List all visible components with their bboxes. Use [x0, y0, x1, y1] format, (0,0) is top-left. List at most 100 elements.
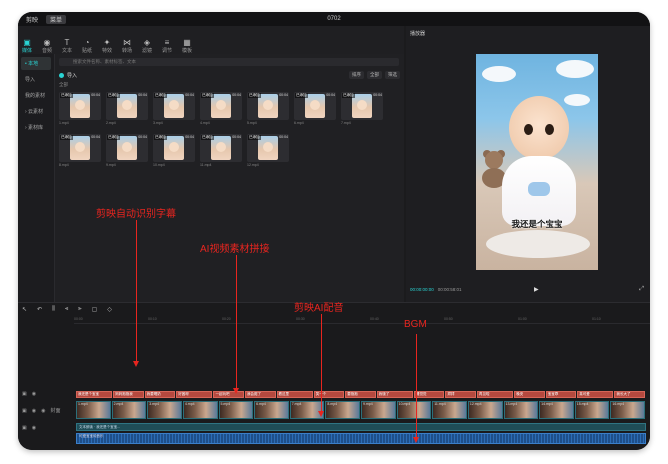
subtitle-clip[interactable]: 一起玩吧 [213, 391, 244, 398]
import-button[interactable]: 导入 [59, 72, 77, 79]
fullscreen-icon[interactable]: ⤢ [639, 286, 644, 293]
media-clip[interactable]: 已添加 00:04 9.mp4 [106, 134, 150, 170]
tool-label: 模板 [181, 48, 192, 54]
video-clip[interactable]: 3.mp4 [147, 401, 182, 419]
video-clip[interactable]: 8.mp4 [325, 401, 360, 419]
video-clip[interactable]: 16.mp4 [610, 401, 645, 419]
tool-media[interactable]: ▣ 媒体 [18, 28, 36, 54]
media-clip[interactable]: 已添加 00:04 1.mp4 [59, 92, 103, 128]
subtitle-clip[interactable]: 我要喝奶 [144, 391, 176, 398]
video-clip[interactable]: 4.mp4 [182, 401, 218, 419]
cloud-shape [564, 94, 590, 106]
media-clip[interactable]: 已添加 00:04 7.mp4 [341, 92, 385, 128]
media-clip[interactable]: 已添加 00:04 8.mp4 [59, 134, 103, 170]
media-clip[interactable]: 已添加 00:04 11.mp4 [200, 134, 244, 170]
tool-sticker[interactable]: ◔ 贴纸 [78, 28, 96, 54]
subtitle-clip[interactable]: 好困呀 [176, 391, 213, 398]
nav-item[interactable]: 我的素材 [21, 89, 51, 102]
media-clip[interactable]: 已添加 00:04 2.mp4 [106, 92, 150, 128]
lock-icon[interactable]: ▣ [22, 408, 27, 414]
video-clip[interactable]: 12.mp4 [467, 401, 503, 419]
subtitle-clip[interactable]: 再见啦 [477, 391, 514, 398]
search-input[interactable]: 搜索文件名称、素材标签、文本 [59, 58, 399, 66]
effects-icon: ✦ [103, 38, 111, 47]
video-clip[interactable]: 6.mp4 [254, 401, 289, 419]
video-clip[interactable]: 10.mp4 [396, 401, 432, 419]
video-clip[interactable]: 9.mp4 [361, 401, 396, 419]
subtitle-clip[interactable]: 拜拜 [445, 391, 476, 398]
media-clip[interactable]: 已添加 00:04 3.mp4 [153, 92, 197, 128]
video-clip[interactable]: 2.mp4 [111, 401, 147, 419]
play-icon[interactable]: ▶ [534, 286, 539, 293]
video-clip[interactable]: 14.mp4 [539, 401, 574, 419]
video-clip[interactable]: 11.mp4 [432, 401, 467, 419]
tool-effects[interactable]: ✦ 特效 [98, 28, 116, 54]
lock-icon[interactable]: ▣ [22, 425, 27, 431]
sort-button[interactable]: 排序 [349, 71, 364, 79]
subtitle-clip[interactable]: 要抱抱 [345, 391, 376, 398]
subtitle-clip[interactable]: 我饿了 [376, 391, 413, 398]
video-clip[interactable]: 5.mp4 [218, 401, 254, 419]
nav-item[interactable]: • 本地 [21, 57, 51, 70]
media-clip[interactable]: 已添加 00:04 4.mp4 [200, 92, 244, 128]
media-clip[interactable]: 已添加 00:04 6.mp4 [294, 92, 338, 128]
subtitle-track[interactable]: 我还是个宝宝妈妈抱抱我我要喝奶好困呀一起玩吧我会爬了看这里笑一个要抱抱我饿了睡觉… [76, 391, 646, 399]
added-badge: 已添加 [201, 93, 214, 98]
split-icon[interactable]: ⫼ [52, 306, 55, 313]
added-badge: 已添加 [154, 135, 167, 140]
bgm-track[interactable]: 可爱宝宝纯音乐 [76, 433, 646, 445]
visibility-icon[interactable]: ◉ [32, 408, 36, 414]
subtitle-clip[interactable]: 晚安 [514, 391, 545, 398]
clip-name: 7.mp4 [341, 121, 351, 125]
added-badge: 已添加 [248, 93, 261, 98]
filter-button[interactable]: 筛选 [385, 71, 400, 79]
player-controls: 00:00:00:00 00:00:58:01 ▶ ⤢ [410, 284, 646, 294]
subtitle-clip[interactable]: 笑一个 [313, 391, 345, 398]
video-clip[interactable]: 1.mp4 [76, 401, 111, 419]
video-clip[interactable]: 13.mp4 [503, 401, 539, 419]
video-track[interactable]: 1.mp4 2.mp4 3.mp4 4.mp4 5.mp4 6.mp4 7.mp4 8.mp4… [76, 401, 646, 419]
tool-template[interactable]: ▦ 模板 [178, 28, 196, 54]
select-tool-icon[interactable]: ↖ [22, 306, 27, 313]
tool-text[interactable]: T 文本 [58, 28, 76, 54]
nav-item[interactable]: 导入 [21, 73, 51, 86]
tool-filter[interactable]: ◈ 滤镜 [138, 28, 156, 54]
subtitle-clip[interactable]: 我还是个宝宝 [76, 391, 113, 398]
subtitle-clip[interactable]: 宝宝乖 [545, 391, 577, 398]
time-ruler[interactable]: 00:00 00:10 00:20 00:30 00:40 00:50 01:00 01:10 [74, 317, 650, 324]
all-filter-button[interactable]: 全部 [367, 71, 382, 79]
subtitle-clip[interactable]: 睡觉觉 [413, 391, 445, 398]
media-clip[interactable]: 已添加 00:04 12.mp4 [247, 134, 291, 170]
mute-icon[interactable]: ◉ [41, 408, 45, 414]
visibility-icon[interactable]: ◉ [32, 391, 36, 397]
subtitle-clip[interactable]: 妈妈抱抱我 [113, 391, 144, 398]
clip-name: 3.mp4 [153, 121, 163, 125]
voiceover-clip[interactable]: 文本朗读 · 我还是个宝宝... [76, 423, 646, 431]
fur-rug-image [486, 230, 590, 258]
nav-item[interactable]: › 云素材 [21, 105, 51, 118]
video-clip[interactable]: 15.mp4 [574, 401, 610, 419]
document-title: 0702 [327, 16, 341, 22]
visibility-icon[interactable]: ◉ [32, 425, 36, 431]
cover-label[interactable]: 封面 [50, 407, 60, 414]
subtitle-clip[interactable]: 我长大了 [614, 391, 645, 398]
media-clip[interactable]: 已添加 00:04 5.mp4 [247, 92, 291, 128]
nav-item[interactable]: › 素材库 [21, 121, 51, 134]
tool-audio[interactable]: ◉ 音频 [38, 28, 56, 54]
undo-icon[interactable]: ↶ [37, 306, 42, 313]
tool-transition[interactable]: ⋈ 转场 [118, 28, 136, 54]
voice-track[interactable]: 文本朗读 · 我还是个宝宝... [76, 423, 646, 431]
media-clip[interactable]: 已添加 00:04 10.mp4 [153, 134, 197, 170]
voice-track-header: ▣ ◉ [22, 425, 36, 431]
lock-icon[interactable]: ▣ [22, 391, 27, 397]
bgm-clip[interactable]: 可爱宝宝纯音乐 [76, 433, 646, 444]
subtitle-clip[interactable]: 我会爬了 [244, 391, 276, 398]
subtitle-clip[interactable]: 看这里 [276, 391, 313, 398]
subtitle-clip[interactable]: 真可爱 [577, 391, 614, 398]
delete-icon[interactable]: ▢ [92, 306, 98, 313]
tool-adjust[interactable]: ≡ 调节 [158, 28, 176, 54]
video-preview[interactable]: 我还是个宝宝 [476, 54, 598, 270]
split-right-icon[interactable]: ⫸ [78, 306, 81, 313]
split-left-icon[interactable]: ⫷ [65, 306, 68, 313]
shield-icon[interactable]: ◇ [107, 306, 112, 313]
